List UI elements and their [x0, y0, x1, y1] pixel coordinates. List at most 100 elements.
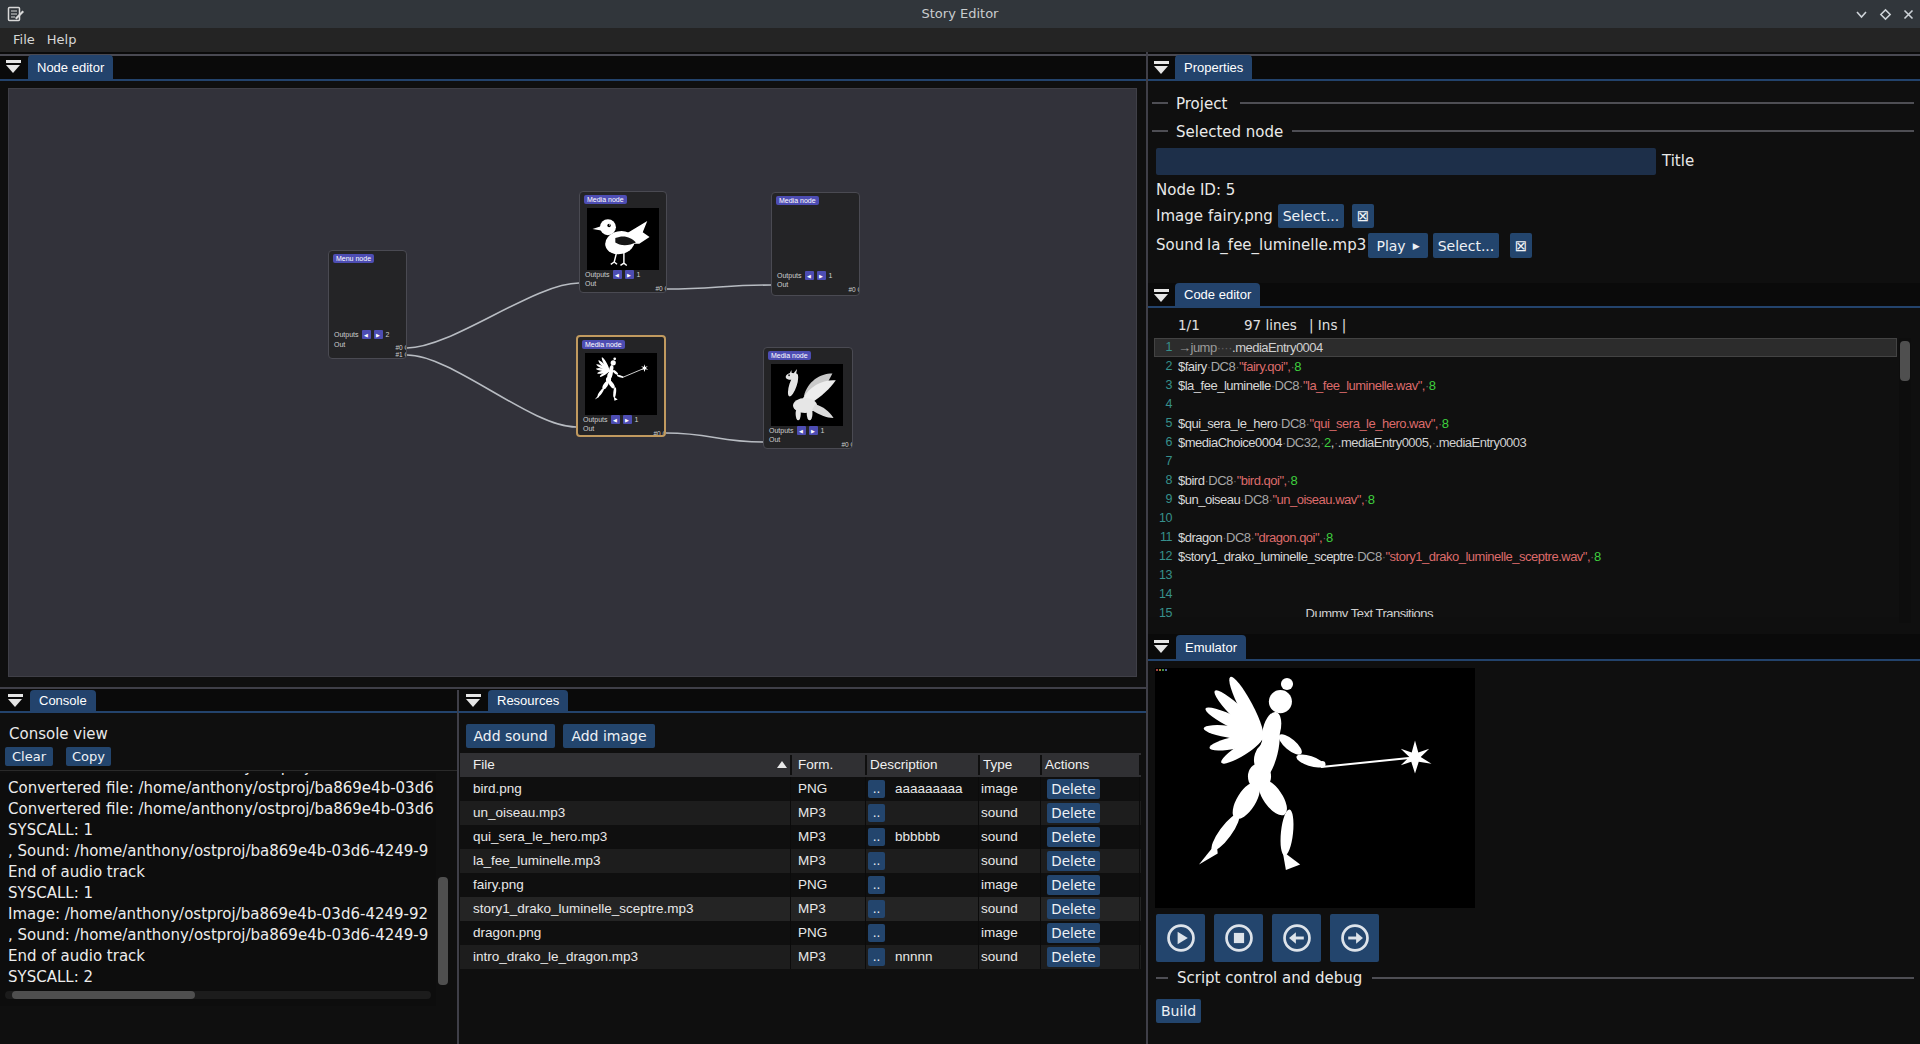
code-line-8[interactable]: 8$bird·DC8·"bird.qoi",·8	[1148, 471, 1911, 490]
console-vscrollbar[interactable]	[438, 877, 448, 985]
delete-button[interactable]: Delete	[1047, 875, 1100, 895]
image-clear-button[interactable]: ⊠	[1352, 204, 1374, 228]
tab-node-editor[interactable]: Node editor	[28, 55, 113, 80]
code-line-11[interactable]: 11$dragon·DC8·"dragon.qoi",·8	[1148, 528, 1911, 547]
col-type[interactable]: Type	[983, 753, 1012, 777]
graph-node-bird-1[interactable]: Media nodeOutputs◀▶1Out#0 Out	[579, 191, 667, 293]
copy-button[interactable]: Copy	[66, 747, 111, 766]
code-line-7[interactable]: 7	[1148, 452, 1911, 471]
graph-node-fairy-3[interactable]: Media nodeOutputs◀▶1Out#0 Out	[576, 335, 666, 437]
delete-button[interactable]: Delete	[1047, 827, 1100, 847]
code-line-9[interactable]: 9$un_oiseau·DC8·"un_oiseau.wav",·8	[1148, 490, 1911, 509]
clear-button[interactable]: Clear	[5, 747, 53, 766]
col-description[interactable]: Description	[870, 753, 938, 777]
col-form[interactable]: Form.	[798, 753, 833, 777]
tab-emulator[interactable]: Emulator	[1176, 635, 1246, 659]
collapse-icon[interactable]	[8, 694, 23, 708]
left-horizontal-splitter[interactable]	[0, 687, 1146, 689]
increment-outputs-button[interactable]: ▶	[623, 415, 632, 424]
description-edit-button[interactable]: ..	[868, 852, 885, 870]
sound-play-button[interactable]: Play▶	[1368, 233, 1428, 258]
collapse-icon[interactable]	[466, 694, 481, 708]
emulator-step-back-button[interactable]	[1272, 914, 1321, 962]
increment-outputs-button[interactable]: ▶	[809, 426, 818, 435]
sound-clear-button[interactable]: ⊠	[1510, 233, 1532, 258]
resource-row-intro_drako_le_dragon.mp3[interactable]: intro_drako_le_dragon.mp3MP3..nnnnnsound…	[460, 945, 1141, 969]
code-line-1[interactable]: 1→jump····.mediaEntry0004	[1148, 338, 1911, 357]
resource-row-dragon.png[interactable]: dragon.pngPNG..imageDelete	[460, 921, 1141, 945]
description-edit-button[interactable]: ..	[868, 948, 885, 966]
emulator-stop-button[interactable]	[1214, 914, 1263, 962]
resources-table-header[interactable]: File Form. Description Type Actions	[460, 753, 1141, 777]
code-line-12[interactable]: 12$story1_drako_luminelle_sceptre·DC8·"s…	[1148, 547, 1911, 566]
graph-node-plain-0[interactable]: Menu nodeOutputs◀▶2Out#0 Out#1 Out	[328, 250, 407, 359]
maximize-window-icon[interactable]	[1873, 0, 1897, 28]
tab-resources[interactable]: Resources	[488, 690, 568, 711]
col-file[interactable]: File	[473, 753, 495, 777]
code-line-14[interactable]: 14	[1148, 585, 1911, 604]
tab-console[interactable]: Console	[30, 690, 96, 711]
description-edit-button[interactable]: ..	[868, 900, 885, 918]
graph-node-dragon-4[interactable]: Media nodeOutputs◀▶1Out#0 Out	[763, 347, 853, 449]
collapse-icon[interactable]	[1154, 61, 1169, 75]
code-line-5[interactable]: 5$qui_sera_le_hero·DC8·"qui_sera_le_hero…	[1148, 414, 1911, 433]
collapse-icon[interactable]	[6, 60, 21, 74]
decrement-outputs-button[interactable]: ◀	[611, 415, 620, 424]
console-resources-splitter[interactable]	[457, 690, 459, 1044]
col-actions[interactable]: Actions	[1045, 753, 1089, 777]
tab-properties[interactable]: Properties	[1175, 55, 1252, 80]
increment-outputs-button[interactable]: ▶	[374, 330, 383, 339]
description-edit-button[interactable]: ..	[868, 780, 885, 798]
collapse-icon[interactable]	[1154, 289, 1169, 303]
close-window-icon[interactable]	[1896, 0, 1920, 28]
description-edit-button[interactable]: ..	[868, 924, 885, 942]
image-select-button[interactable]: Select...	[1278, 204, 1344, 228]
decrement-outputs-button[interactable]: ◀	[362, 330, 371, 339]
description-edit-button[interactable]: ..	[868, 828, 885, 846]
description-edit-button[interactable]: ..	[868, 804, 885, 822]
console-log[interactable]: Convertered file: /home/anthony/ostproj/…	[0, 773, 436, 1006]
title-input[interactable]	[1156, 148, 1656, 175]
resource-row-un_oiseau.mp3[interactable]: un_oiseau.mp3MP3..soundDelete	[460, 801, 1141, 825]
resource-row-bird.png[interactable]: bird.pngPNG..aaaaaaaaaimageDelete	[460, 777, 1141, 801]
code-line-6[interactable]: 6$mediaChoice0004·DC32,·2,·.mediaEntry00…	[1148, 433, 1911, 452]
delete-button[interactable]: Delete	[1047, 899, 1100, 919]
code-line-4[interactable]: 4	[1148, 395, 1911, 414]
code-line-3[interactable]: 3$la_fee_luminelle·DC8·"la_fee_luminelle…	[1148, 376, 1911, 395]
increment-outputs-button[interactable]: ▶	[817, 271, 826, 280]
sound-select-button[interactable]: Select...	[1433, 233, 1499, 258]
tab-code-editor[interactable]: Code editor	[1175, 283, 1260, 306]
resource-row-fairy.png[interactable]: fairy.pngPNG..imageDelete	[460, 873, 1141, 897]
code-editor-area[interactable]: 1→jump····.mediaEntry00042$fairy·DC8·"fa…	[1148, 338, 1911, 617]
console-hscrollbar[interactable]	[12, 991, 195, 999]
node-graph-canvas[interactable]: Menu nodeOutputs◀▶2Out#0 Out#1 Out Media …	[8, 88, 1137, 677]
resource-row-story1_drako_luminelle_sceptre.mp3[interactable]: story1_drako_luminelle_sceptre.mp3MP3..s…	[460, 897, 1141, 921]
resource-row-la_fee_luminelle.mp3[interactable]: la_fee_luminelle.mp3MP3..soundDelete	[460, 849, 1141, 873]
resource-row-qui_sera_le_hero.mp3[interactable]: qui_sera_le_hero.mp3MP3..bbbbbbsoundDele…	[460, 825, 1141, 849]
emulator-play-button[interactable]	[1156, 914, 1205, 962]
add-sound-button[interactable]: Add sound	[466, 724, 555, 748]
menu-help[interactable]: Help	[41, 28, 83, 52]
build-button[interactable]: Build	[1156, 999, 1201, 1023]
delete-button[interactable]: Delete	[1047, 923, 1100, 943]
add-image-button[interactable]: Add image	[563, 724, 655, 748]
decrement-outputs-button[interactable]: ◀	[797, 426, 806, 435]
increment-outputs-button[interactable]: ▶	[625, 270, 634, 279]
decrement-outputs-button[interactable]: ◀	[613, 270, 622, 279]
delete-button[interactable]: Delete	[1047, 851, 1100, 871]
menu-file[interactable]: File	[7, 28, 41, 52]
decrement-outputs-button[interactable]: ◀	[805, 271, 814, 280]
code-line-10[interactable]: 10	[1148, 509, 1911, 528]
delete-button[interactable]: Delete	[1047, 947, 1100, 967]
code-line-2[interactable]: 2$fairy·DC8·"fairy.qoi",·8	[1148, 357, 1911, 376]
shade-window-icon[interactable]	[1849, 0, 1873, 28]
delete-button[interactable]: Delete	[1047, 779, 1100, 799]
collapse-icon[interactable]	[1154, 640, 1169, 654]
graph-node-plain-2[interactable]: Media nodeOutputs◀▶1Out#0 Out	[771, 192, 860, 296]
delete-button[interactable]: Delete	[1047, 803, 1100, 823]
code-vscrollbar[interactable]	[1900, 341, 1910, 381]
code-line-13[interactable]: 13	[1148, 566, 1911, 585]
code-line-15[interactable]: 15 Dummy Text Transitions	[1148, 604, 1911, 617]
description-edit-button[interactable]: ..	[868, 876, 885, 894]
emulator-step-forward-button[interactable]	[1330, 914, 1379, 962]
